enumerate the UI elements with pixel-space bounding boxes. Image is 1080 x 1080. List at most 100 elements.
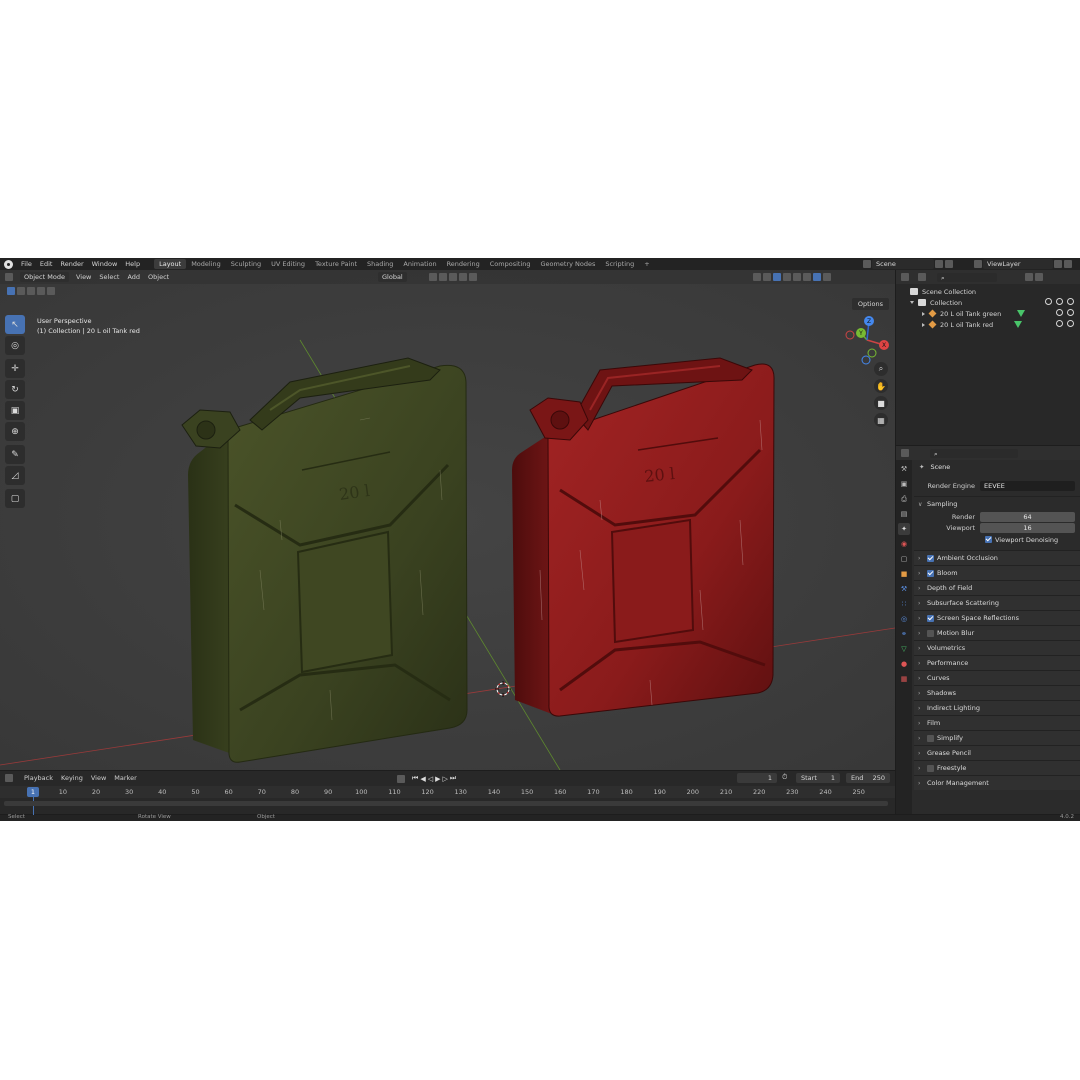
panel-shadows[interactable]: › Shadows xyxy=(914,685,1080,700)
timeline-menu-view[interactable]: View xyxy=(87,774,110,782)
render-camera-icon[interactable] xyxy=(1067,298,1074,305)
render-engine-dropdown[interactable]: EEVEE xyxy=(980,480,1075,491)
stopwatch-icon[interactable]: ⏱ xyxy=(782,773,787,782)
timeline-ruler[interactable]: 1 10 20 30 40 50 60 70 80 90 100 110 120 130 140 150 160… xyxy=(0,786,895,815)
viewport-menu-object[interactable]: Object xyxy=(144,273,173,281)
material-shading-icon[interactable] xyxy=(813,273,821,281)
panel-volumetrics[interactable]: › Volumetrics xyxy=(914,640,1080,655)
new-scene-icon[interactable] xyxy=(935,260,943,268)
object-tab-icon[interactable]: ■ xyxy=(898,568,910,580)
scale-tool[interactable]: ▣ xyxy=(5,401,25,420)
mesh-data-icon[interactable] xyxy=(1017,310,1026,317)
scene-collection-row[interactable]: Scene Collection xyxy=(896,286,1080,297)
timeline-editor-icon[interactable] xyxy=(5,774,13,782)
play-reverse-icon[interactable]: ◁ xyxy=(428,775,433,783)
collection-tab-icon[interactable]: ▢ xyxy=(898,553,910,565)
record-icon[interactable] xyxy=(397,774,405,783)
select-intersect-icon[interactable] xyxy=(47,287,55,295)
properties-search-input[interactable]: ⌕ xyxy=(930,448,1018,458)
panel-subsurface-scattering[interactable]: › Subsurface Scattering xyxy=(914,595,1080,610)
panel-film[interactable]: › Film xyxy=(914,715,1080,730)
measure-tool[interactable]: ◿ xyxy=(5,466,25,485)
select-new-icon[interactable] xyxy=(7,287,15,295)
viewport-menu-view[interactable]: View xyxy=(72,273,95,281)
xray-icon[interactable] xyxy=(783,273,791,281)
output-tab-icon[interactable]: ⎙ xyxy=(898,493,910,505)
3d-viewport[interactable]: 20 l 20 l Object Mode View Select Add Ob… xyxy=(0,270,895,770)
select-extend-icon[interactable] xyxy=(17,287,25,295)
visibility-icon[interactable] xyxy=(753,273,761,281)
panel-simplify[interactable]: › Simplify xyxy=(914,730,1080,745)
rendered-shading-icon[interactable] xyxy=(823,273,831,281)
properties-editor[interactable]: ⌕ ⚒ ▣ ⎙ ▤ ✦ ◉ ▢ ■ ⚒ ∷ ◎ ⚭ ▽ ● ▦ ✦ Scene … xyxy=(896,446,1080,814)
eye-icon[interactable] xyxy=(1056,309,1063,316)
data-tab-icon[interactable]: ▽ xyxy=(898,643,910,655)
viewport-scene[interactable]: 20 l 20 l xyxy=(0,270,895,770)
tab-sculpting[interactable]: Sculpting xyxy=(226,259,266,269)
menu-help[interactable]: Help xyxy=(121,260,144,268)
delete-scene-icon[interactable] xyxy=(945,260,953,268)
navigation-gizmo[interactable]: X Y Z xyxy=(842,315,892,365)
tab-geometry-nodes[interactable]: Geometry Nodes xyxy=(536,259,601,269)
outliner-item-green[interactable]: 20 L oil Tank green xyxy=(896,308,1080,319)
jump-end-icon[interactable]: ⏭ xyxy=(450,774,456,783)
material-tab-icon[interactable]: ● xyxy=(898,658,910,670)
current-frame-field[interactable]: 1 xyxy=(737,773,777,783)
playhead[interactable]: 1 xyxy=(27,787,39,797)
perspective-grid-icon[interactable]: ▦ xyxy=(874,413,888,427)
mesh-data-icon[interactable] xyxy=(1014,321,1023,328)
add-cube-tool[interactable]: ▢ xyxy=(5,489,25,508)
tab-modeling[interactable]: Modeling xyxy=(186,259,226,269)
outliner-item-red[interactable]: 20 L oil Tank red xyxy=(896,319,1080,330)
panel-curves[interactable]: › Curves xyxy=(914,670,1080,685)
tab-rendering[interactable]: Rendering xyxy=(442,259,485,269)
tab-scripting[interactable]: Scripting xyxy=(600,259,639,269)
new-view-layer-icon[interactable] xyxy=(1054,260,1062,268)
panel-enable-checkbox[interactable] xyxy=(927,614,934,622)
green-jerrycan[interactable]: 20 l xyxy=(181,357,468,763)
constraints-tab-icon[interactable]: ⚭ xyxy=(898,628,910,640)
options-button[interactable]: Options xyxy=(851,298,889,310)
tab-compositing[interactable]: Compositing xyxy=(485,259,536,269)
display-mode-icon[interactable] xyxy=(918,273,926,281)
falloff-icon[interactable] xyxy=(469,273,477,281)
transform-orientation-dropdown[interactable]: Global xyxy=(378,272,407,282)
render-camera-icon[interactable] xyxy=(1067,320,1074,327)
panel-enable-checkbox[interactable] xyxy=(927,629,934,637)
end-frame-field[interactable]: End 250 xyxy=(846,773,890,783)
menu-window[interactable]: Window xyxy=(88,260,122,268)
outliner-search-input[interactable]: ⌕ xyxy=(937,272,997,282)
proportional-edit-icon[interactable] xyxy=(459,273,467,281)
panel-ambient-occlusion[interactable]: › Ambient Occlusion xyxy=(914,550,1080,565)
cursor-tool[interactable]: ◎ xyxy=(5,336,25,355)
render-camera-icon[interactable] xyxy=(1067,309,1074,316)
panel-depth-of-field[interactable]: › Depth of Field xyxy=(914,580,1080,595)
tab-texture-paint[interactable]: Texture Paint xyxy=(310,259,362,269)
tab-animation[interactable]: Animation xyxy=(398,259,441,269)
view-layer-field[interactable]: ViewLayer xyxy=(983,259,1053,269)
exclude-checkbox-icon[interactable] xyxy=(1045,298,1052,305)
overlay-toggle-icon[interactable] xyxy=(773,273,781,281)
new-collection-icon[interactable] xyxy=(1035,273,1043,281)
menu-file[interactable]: File xyxy=(17,260,36,268)
move-tool[interactable]: ✛ xyxy=(5,359,25,378)
timeline-menu-marker[interactable]: Marker xyxy=(110,774,140,782)
outliner-editor-icon[interactable] xyxy=(901,273,909,281)
panel-grease-pencil[interactable]: › Grease Pencil xyxy=(914,745,1080,760)
render-samples-field[interactable]: 64 xyxy=(980,511,1075,522)
panel-bloom[interactable]: › Bloom xyxy=(914,565,1080,580)
collapse-icon[interactable] xyxy=(910,301,914,304)
panel-enable-checkbox[interactable] xyxy=(927,764,934,772)
jump-start-icon[interactable]: ⏮ xyxy=(412,774,418,783)
wireframe-shading-icon[interactable] xyxy=(793,273,801,281)
select-box-tool[interactable]: ↖ xyxy=(5,315,25,334)
expand-icon[interactable] xyxy=(922,311,925,316)
rotate-tool[interactable]: ↻ xyxy=(5,380,25,399)
next-key-icon[interactable]: ▷ xyxy=(442,775,447,783)
play-icon[interactable]: ▶ xyxy=(435,775,440,783)
select-invert-icon[interactable] xyxy=(37,287,45,295)
menu-edit[interactable]: Edit xyxy=(36,260,57,268)
blender-logo-icon[interactable] xyxy=(4,259,13,269)
snap-icon[interactable] xyxy=(439,273,447,281)
transform-tool[interactable]: ⊕ xyxy=(5,422,25,441)
